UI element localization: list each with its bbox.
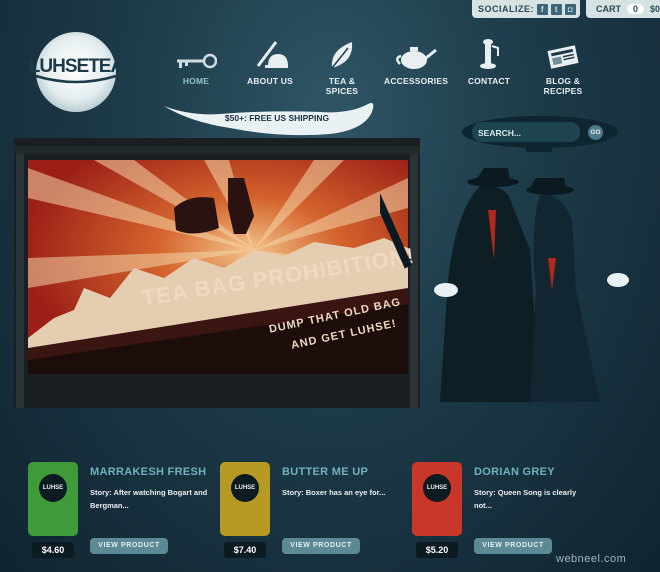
facebook-icon[interactable]: f <box>537 3 548 15</box>
nav-about-us[interactable]: ABOUT US <box>244 36 296 86</box>
leaf-icon <box>312 36 372 70</box>
product-story: Story: Queen Song is clearly not... <box>474 488 577 510</box>
cart-count-badge: 0 <box>627 4 645 14</box>
product-name[interactable]: BUTTER ME UP <box>282 466 368 478</box>
product-story: Story: After watching Bogart and Bergman… <box>90 488 208 510</box>
product-tin-image[interactable]: LUHSE <box>28 462 78 536</box>
watermark: webneel.com <box>556 553 627 565</box>
twitter-icon[interactable]: t <box>551 3 562 15</box>
luhsetea-logo[interactable]: LUHSETEA <box>24 18 134 118</box>
product-tin-image[interactable]: LUHSE <box>220 462 270 536</box>
product-card-butter-me-up: LUHSE $7.40 BUTTER ME UP Story: Boxer ha… <box>220 462 410 562</box>
pen-bell-icon <box>244 36 296 70</box>
nav-home[interactable]: HOME <box>170 36 222 86</box>
product-price: $5.20 <box>416 542 458 558</box>
product-story: Story: Boxer has an eye for... <box>282 488 386 497</box>
instagram-icon[interactable]: ◘ <box>565 3 576 15</box>
view-product-button[interactable]: VIEW PRODUCT <box>474 538 552 554</box>
nav-blog-recipes[interactable]: BLOG & RECIPES <box>526 36 600 96</box>
key-icon <box>170 36 222 70</box>
tin-logo-icon: LUHSE <box>39 474 67 502</box>
product-name[interactable]: MARRAKESH FRESH <box>90 466 206 478</box>
newspaper-icon <box>526 36 600 70</box>
product-price: $7.40 <box>224 542 266 558</box>
socialize-bar: SOCIALIZE: f t ◘ <box>472 0 580 18</box>
teapot-icon <box>384 36 448 70</box>
nav-contact-label: CONTACT <box>467 76 511 86</box>
cart-label: CART <box>596 4 621 14</box>
search-go-button[interactable]: GO <box>588 125 603 140</box>
product-price: $4.60 <box>32 542 74 558</box>
view-product-button[interactable]: VIEW PRODUCT <box>90 538 168 554</box>
svg-text:LUHSE: LUHSE <box>43 485 63 491</box>
svg-text:LUHSE: LUHSE <box>235 485 255 491</box>
view-product-button[interactable]: VIEW PRODUCT <box>282 538 360 554</box>
free-shipping-text: $50+: FREE US SHIPPING <box>224 113 330 123</box>
telephone-icon <box>464 36 514 70</box>
gangster-illustration <box>380 155 629 402</box>
product-card-marrakesh-fresh: LUHSE $4.60 MARRAKESH FRESH Story: After… <box>28 462 218 562</box>
product-name[interactable]: DORIAN GREY <box>474 466 555 478</box>
product-tin-image[interactable]: LUHSE <box>412 462 462 536</box>
product-card-dorian-grey: LUHSE $5.20 DORIAN GREY Story: Queen Son… <box>412 462 602 562</box>
nav-accessories-label: ACCESSORIES <box>384 76 449 86</box>
cart-total: $0 <box>650 4 660 14</box>
tin-logo-icon: LUHSE <box>231 474 259 502</box>
cart-button[interactable]: CART 0 $0 <box>586 0 660 18</box>
nav-contact[interactable]: CONTACT <box>464 36 514 86</box>
nav-home-label: HOME <box>182 76 210 86</box>
nav-accessories[interactable]: ACCESSORIES <box>384 36 448 86</box>
logo-text: LUHSETEA <box>29 56 125 77</box>
nav-blog-recipes-label: BLOG & RECIPES <box>543 76 583 96</box>
socialize-label: SOCIALIZE: <box>478 4 534 14</box>
nav-tea-spices[interactable]: TEA & SPICES <box>312 36 372 96</box>
nav-about-us-label: ABOUT US <box>247 76 293 86</box>
tin-logo-icon: LUHSE <box>423 474 451 502</box>
svg-text:LUHSE: LUHSE <box>427 485 447 491</box>
